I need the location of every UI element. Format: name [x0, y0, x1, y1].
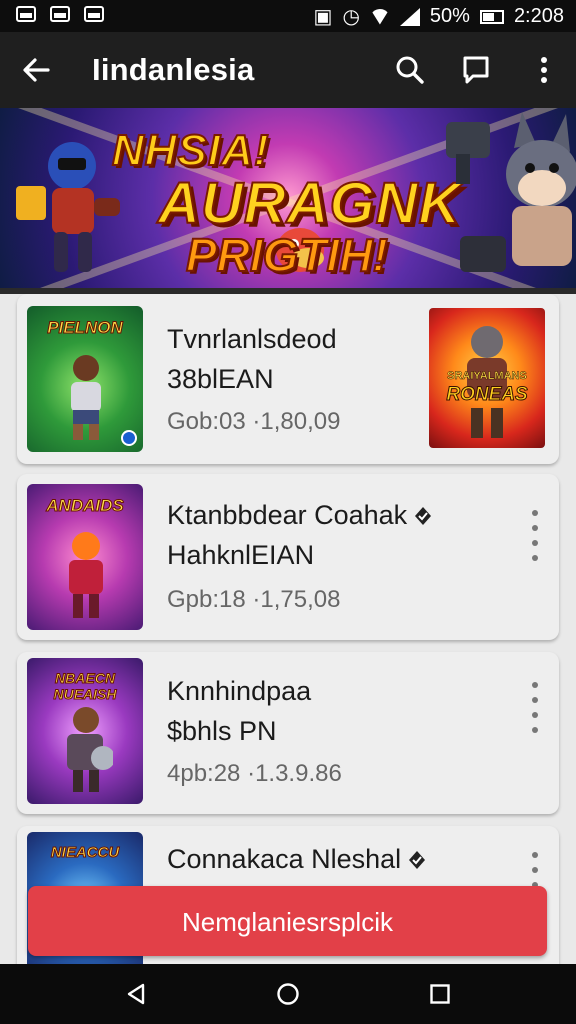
item-subtitle: $bhls PN: [167, 716, 277, 746]
page-title: Iindanlesia: [92, 52, 255, 87]
wifi-icon: [369, 8, 390, 25]
search-icon[interactable]: [394, 54, 426, 86]
more-options-icon[interactable]: [531, 510, 539, 562]
item-title: Ktanbbdear Coahak: [167, 500, 433, 531]
primary-action-button[interactable]: Nemglaniesrsplcik: [28, 886, 547, 956]
cat-character-illustration: [446, 112, 576, 272]
promo-banner[interactable]: NHSIA! AURAGNK PRIGTIH!: [0, 108, 576, 288]
message-icon: [84, 6, 104, 22]
banner-headline-2: AURAGNK: [157, 170, 462, 237]
nfc-icon: ▣: [313, 6, 333, 28]
item-meta: Gob:03 ·1,80,09: [167, 408, 341, 435]
mail-icon: [50, 6, 70, 22]
chat-icon[interactable]: [460, 54, 492, 86]
game-thumbnail: NBAECN NUEAISH: [27, 658, 143, 804]
thumbnail-title: ANDAIDS: [46, 496, 124, 516]
notification-icons: [16, 6, 104, 22]
item-title-text: Ktanbbdear Coahak: [167, 500, 408, 530]
ad-thumbnail[interactable]: SRAIYALMANS RONEAS: [429, 308, 545, 448]
list-item[interactable]: NBAECN NUEAISH Knnhindpaa $bhls PN 4pb:2…: [17, 652, 559, 814]
verified-icon: [409, 851, 426, 869]
hero-character-illustration: [67, 707, 113, 792]
more-options-icon[interactable]: [531, 682, 539, 734]
hero-character-illustration: [69, 532, 103, 618]
system-nav-bar: [0, 964, 576, 1024]
ad-thumbnail-title: RONEAS: [446, 384, 528, 406]
battery-icon: [479, 9, 504, 24]
item-meta: Gpb:18 ·1,75,08: [167, 586, 341, 613]
nav-back-icon[interactable]: [124, 982, 148, 1006]
status-bar: ▣ ◷ 50% 2:208: [0, 0, 576, 32]
banner-headline-3: PRIGTIH!: [185, 228, 389, 282]
ad-thumbnail-caption: SRAIYALMANS: [447, 370, 527, 383]
item-title-text: Connakaca Nleshal: [167, 844, 402, 874]
app-bar: Iindanlesia: [0, 32, 576, 108]
signal-icon: [399, 7, 420, 26]
nav-home-icon[interactable]: [276, 982, 300, 1006]
clock: 2:208: [513, 5, 564, 27]
platform-badge-icon: [121, 430, 137, 446]
item-subtitle: 38blEAN: [167, 364, 274, 394]
more-vert-icon[interactable]: [528, 54, 560, 86]
item-meta: 4pb:28 ·1.3.9.86: [167, 760, 342, 787]
list-item[interactable]: ANDAIDS Ktanbbdear Coahak HahknlEIAN Gpb…: [17, 474, 559, 640]
gallery-icon: [16, 6, 36, 22]
thumbnail-title: NIEACCU: [50, 844, 120, 862]
game-thumbnail: ANDAIDS: [27, 484, 143, 630]
item-title: Knnhindpaa: [167, 676, 312, 706]
hero-character-illustration: [71, 355, 101, 440]
item-title: Connakaca Nleshal: [167, 844, 427, 875]
nav-recents-icon[interactable]: [428, 982, 452, 1006]
alarm-icon: ◷: [342, 6, 360, 28]
list-item[interactable]: PIELNON Tvnrlanlsdeod 38blEAN Gob:03 ·1,…: [17, 294, 559, 464]
thumbnail-title: NBAECN NUEAISH: [53, 670, 117, 703]
system-icons: ▣ ◷ 50% 2:208: [314, 4, 564, 29]
arrow-left-icon[interactable]: [20, 54, 52, 86]
verified-icon: [415, 507, 432, 525]
banner-headline-1: NHSIA!: [111, 125, 270, 176]
game-thumbnail: PIELNON: [27, 306, 143, 452]
thumbnail-title: PIELNON: [47, 318, 124, 338]
item-subtitle: HahknlEIAN: [167, 540, 315, 570]
battery-percent: 50%: [429, 5, 470, 27]
item-title: Tvnrlanlsdeod: [167, 324, 337, 354]
